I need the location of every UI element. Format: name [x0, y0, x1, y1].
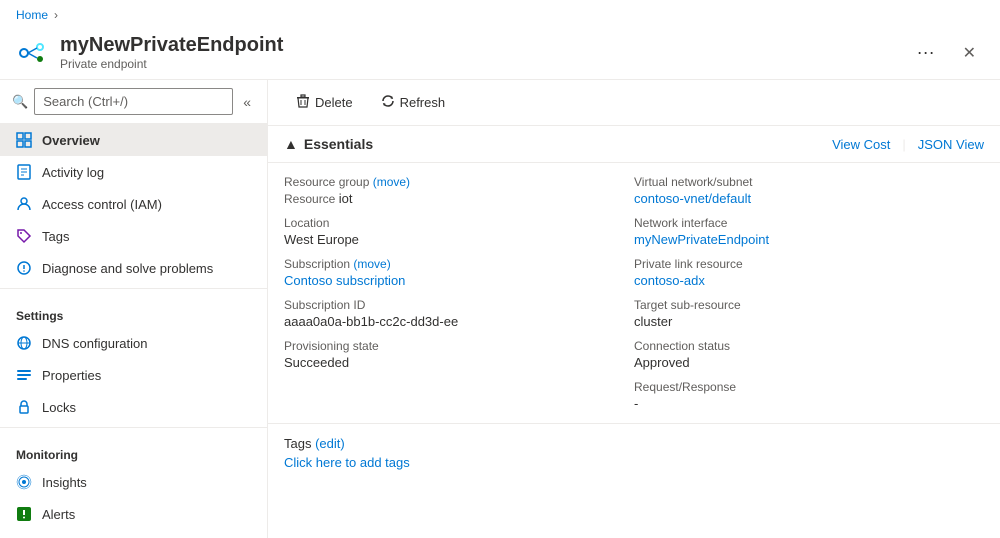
delete-button[interactable]: Delete	[284, 88, 365, 117]
search-input[interactable]	[34, 88, 233, 115]
search-icon: 🔍	[12, 94, 28, 110]
sidebar-item-alerts-label: Alerts	[42, 507, 75, 522]
field-request-response: Request/Response -	[634, 380, 984, 411]
resource-icon	[16, 37, 48, 69]
sidebar-item-tags[interactable]: Tags	[0, 220, 267, 252]
settings-section-label: Settings	[0, 293, 267, 327]
dns-icon	[16, 335, 32, 351]
refresh-label: Refresh	[400, 95, 446, 110]
breadcrumb-separator: ›	[54, 8, 58, 22]
resource-subtitle: Private endpoint	[60, 57, 897, 71]
locks-icon	[16, 399, 32, 415]
resource-group-move-link[interactable]: (move)	[373, 175, 410, 189]
field-resource-group: Resource group (move) Resource iot	[284, 175, 634, 206]
essentials-actions-sep: |	[902, 137, 905, 152]
private-link-value[interactable]: contoso-adx	[634, 273, 705, 288]
tags-edit-link[interactable]: (edit)	[315, 436, 345, 451]
alerts-icon	[16, 506, 32, 522]
json-view-link[interactable]: JSON View	[918, 137, 984, 152]
field-provisioning-state: Provisioning state Succeeded	[284, 339, 634, 370]
resource-title: myNewPrivateEndpoint Private endpoint	[60, 34, 897, 71]
tags-row: Tags (edit) Click here to add tags	[268, 423, 1000, 482]
sidebar-item-dns[interactable]: DNS configuration	[0, 327, 267, 359]
refresh-icon	[381, 94, 395, 111]
properties-icon	[16, 367, 32, 383]
sidebar-item-overview-label: Overview	[42, 133, 100, 148]
diagnose-icon	[16, 260, 32, 276]
sidebar-item-overview[interactable]: Overview	[0, 124, 267, 156]
toolbar: Delete Refresh	[268, 80, 1000, 126]
sidebar-item-insights-label: Insights	[42, 475, 87, 490]
overview-icon	[16, 132, 32, 148]
subscription-id-value: aaaa0a0a-bb1b-cc2c-dd3d-ee	[284, 314, 634, 329]
field-subscription-id: Subscription ID aaaa0a0a-bb1b-cc2c-dd3d-…	[284, 298, 634, 329]
sidebar-item-activity-log[interactable]: Activity log	[0, 156, 267, 188]
sidebar-item-insights[interactable]: Insights	[0, 466, 267, 498]
activity-log-icon	[16, 164, 32, 180]
tags-add-link[interactable]: Click here to add tags	[284, 455, 984, 470]
field-location: Location West Europe	[284, 216, 634, 247]
more-options-button[interactable]: ···	[909, 38, 943, 67]
field-network-interface: Network interface myNewPrivateEndpoint	[634, 216, 984, 247]
location-value: West Europe	[284, 232, 634, 247]
monitoring-section-label: Monitoring	[0, 432, 267, 466]
sidebar-item-iam-label: Access control (IAM)	[42, 197, 162, 212]
essentials-header: ▲ Essentials View Cost | JSON View	[268, 126, 1000, 163]
sidebar-item-activity-log-label: Activity log	[42, 165, 104, 180]
sidebar-item-locks[interactable]: Locks	[0, 391, 267, 423]
essentials-actions: View Cost | JSON View	[832, 137, 984, 152]
sidebar-item-diagnose-label: Diagnose and solve problems	[42, 261, 213, 276]
essentials-left-col: Resource group (move) Resource iot Locat…	[284, 175, 634, 411]
breadcrumb-home[interactable]: Home	[16, 8, 48, 22]
breadcrumb: Home ›	[0, 0, 1000, 30]
sidebar-item-alerts[interactable]: Alerts	[0, 498, 267, 530]
collapse-essentials-icon[interactable]: ▲	[284, 136, 298, 152]
nav-divider-2	[0, 427, 267, 428]
essentials-grid: Resource group (move) Resource iot Locat…	[268, 163, 1000, 423]
page-title: myNewPrivateEndpoint	[60, 34, 897, 57]
network-interface-value[interactable]: myNewPrivateEndpoint	[634, 232, 769, 247]
field-target-sub-resource: Target sub-resource cluster	[634, 298, 984, 329]
request-response-value: -	[634, 396, 984, 411]
sidebar-item-diagnose[interactable]: Diagnose and solve problems	[0, 252, 267, 284]
field-vnet: Virtual network/subnet contoso-vnet/defa…	[634, 175, 984, 206]
iam-icon	[16, 196, 32, 212]
delete-label: Delete	[315, 95, 353, 110]
delete-icon	[296, 94, 310, 111]
sidebar-item-properties-label: Properties	[42, 368, 101, 383]
sidebar-item-tags-label: Tags	[42, 229, 69, 244]
resource-group-sub-label: Resource	[284, 192, 339, 206]
sidebar-item-properties[interactable]: Properties	[0, 359, 267, 391]
sidebar: 🔍 « Overview Activity log	[0, 80, 268, 538]
insights-icon	[16, 474, 32, 490]
field-subscription: Subscription (move) Contoso subscription	[284, 257, 634, 288]
close-button[interactable]: ✕	[955, 39, 984, 67]
collapse-sidebar-button[interactable]: «	[239, 92, 255, 112]
connection-status-value: Approved	[634, 355, 984, 370]
resource-header: myNewPrivateEndpoint Private endpoint ··…	[0, 30, 1000, 79]
resource-group-value: iot	[339, 191, 353, 206]
sidebar-item-iam[interactable]: Access control (IAM)	[0, 188, 267, 220]
sidebar-item-locks-label: Locks	[42, 400, 76, 415]
field-connection-status: Connection status Approved	[634, 339, 984, 370]
search-bar: 🔍 «	[0, 80, 267, 124]
essentials-section: ▲ Essentials View Cost | JSON View Res	[268, 126, 1000, 482]
view-cost-link[interactable]: View Cost	[832, 137, 890, 152]
content-area: Delete Refresh ▲ Essentials	[268, 80, 1000, 538]
essentials-title: ▲ Essentials	[284, 136, 832, 152]
essentials-right-col: Virtual network/subnet contoso-vnet/defa…	[634, 175, 984, 411]
vnet-value[interactable]: contoso-vnet/default	[634, 191, 751, 206]
sidebar-item-dns-label: DNS configuration	[42, 336, 148, 351]
subscription-value[interactable]: Contoso subscription	[284, 273, 405, 288]
tags-icon	[16, 228, 32, 244]
field-private-link: Private link resource contoso-adx	[634, 257, 984, 288]
target-sub-resource-value: cluster	[634, 314, 984, 329]
refresh-button[interactable]: Refresh	[369, 88, 458, 117]
provisioning-state-value: Succeeded	[284, 355, 634, 370]
subscription-move-link[interactable]: (move)	[353, 257, 390, 271]
nav-divider-1	[0, 288, 267, 289]
